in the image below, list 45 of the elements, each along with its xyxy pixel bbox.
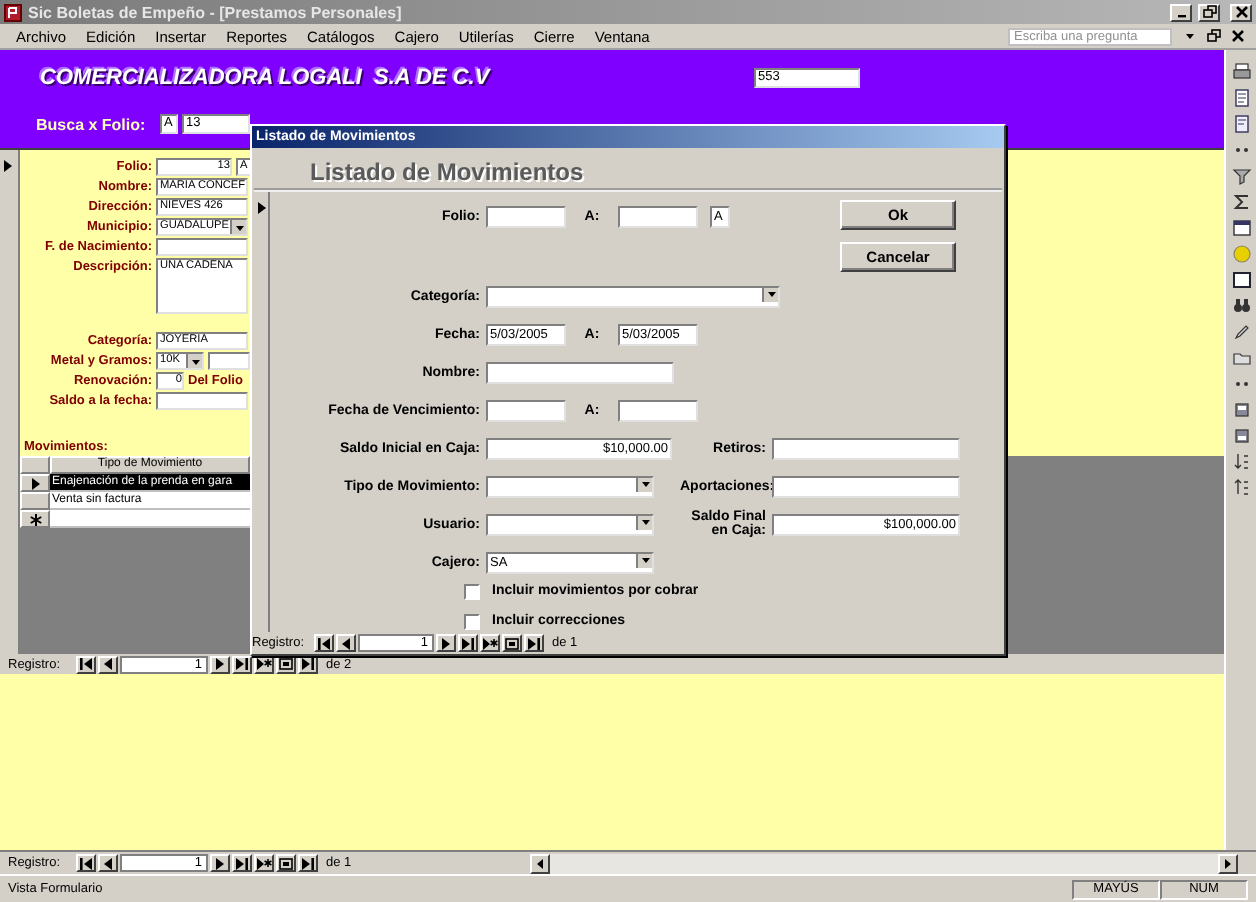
- window-icon[interactable]: [1231, 218, 1251, 238]
- binoculars-icon[interactable]: [1231, 296, 1251, 316]
- app-icon: [4, 3, 22, 21]
- caret-icon[interactable]: [637, 476, 653, 492]
- window-title: Sic Boletas de Empeño - [Prestamos Personales]: [28, 3, 404, 21]
- text-field[interactable]: [618, 205, 698, 227]
- dialog-heading: Listado de Movimientos: [254, 148, 1002, 192]
- row-selector[interactable]: [20, 510, 50, 528]
- scroll-right-icon[interactable]: [1219, 855, 1236, 871]
- window-icon[interactable]: [1231, 270, 1251, 290]
- sort-icon[interactable]: [1231, 478, 1251, 498]
- dropdown-field[interactable]: [486, 285, 780, 307]
- caret-icon[interactable]: [763, 286, 779, 302]
- funnel-icon[interactable]: [1231, 166, 1251, 186]
- text-field[interactable]: [772, 475, 960, 497]
- checkbox[interactable]: [464, 583, 480, 599]
- printer-icon[interactable]: [1231, 62, 1251, 82]
- new-row-cell[interactable]: [50, 510, 250, 528]
- caret-icon[interactable]: [637, 514, 653, 530]
- sort-icon[interactable]: [1231, 452, 1251, 472]
- text-field[interactable]: [486, 205, 566, 227]
- sigma-icon[interactable]: [1231, 192, 1251, 212]
- current-record-icon: [0, 158, 16, 174]
- text-field[interactable]: [486, 399, 566, 421]
- text-field[interactable]: [156, 238, 248, 256]
- new-row-icon: [27, 511, 43, 527]
- row-selector[interactable]: [20, 474, 50, 492]
- text-field[interactable]: [772, 437, 960, 459]
- folder-icon[interactable]: [1231, 348, 1251, 368]
- text-field[interactable]: [156, 392, 248, 410]
- scrollbar[interactable]: [529, 853, 1238, 873]
- header-corner: [20, 456, 50, 474]
- caret-icon[interactable]: [637, 552, 653, 568]
- search-label: Busca x Folio:: [36, 115, 148, 133]
- text-field[interactable]: [208, 352, 250, 370]
- dropdown-field[interactable]: [486, 513, 654, 535]
- text-field[interactable]: [618, 399, 698, 421]
- checkbox[interactable]: [464, 613, 480, 629]
- current-record-icon: [254, 200, 270, 216]
- dropdown-field[interactable]: [486, 475, 654, 497]
- document-icon[interactable]: [1231, 114, 1251, 134]
- document-icon[interactable]: [1231, 88, 1251, 108]
- pencil-icon[interactable]: [1231, 322, 1251, 342]
- company-name: COMERCIALIZADORA LOGALI S.A DE C.V: [40, 66, 493, 90]
- text-field[interactable]: [486, 361, 674, 383]
